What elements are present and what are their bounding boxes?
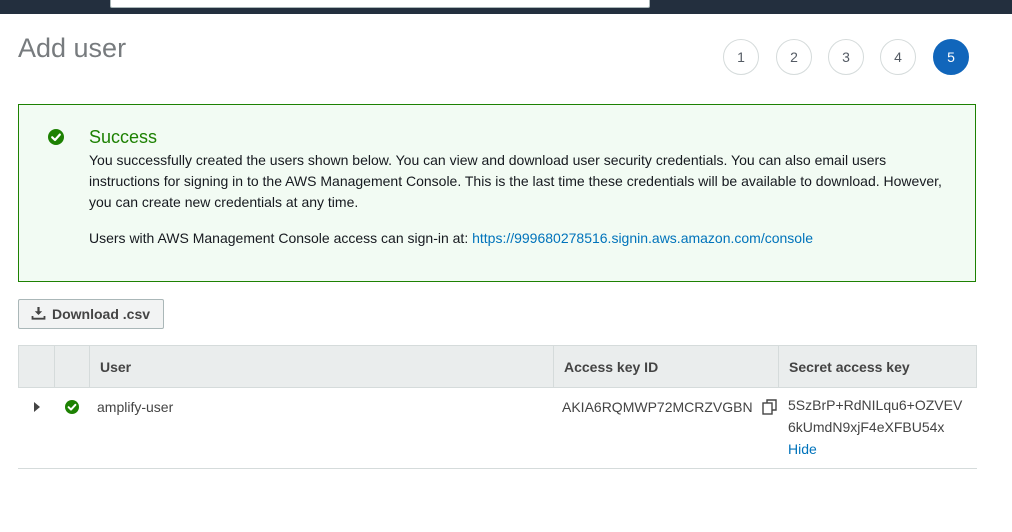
header-status-cell (54, 346, 89, 388)
signin-url-link[interactable]: https://999680278516.signin.aws.amazon.c… (472, 230, 813, 246)
step-5-current[interactable]: 5 (933, 39, 969, 75)
row-user: amplify-user (97, 399, 174, 415)
step-4[interactable]: 4 (880, 39, 916, 75)
step-3[interactable]: 3 (828, 39, 864, 75)
signin-line: Users with AWS Management Console access… (89, 228, 959, 249)
hide-secret-link[interactable]: Hide (788, 441, 817, 457)
column-header-access-key-id[interactable]: Access key ID (553, 346, 778, 388)
download-icon (31, 306, 46, 323)
page-title: Add user (18, 33, 127, 63)
step-2[interactable]: 2 (776, 39, 812, 75)
alert-body: You successfully created the users shown… (89, 150, 959, 249)
column-header-user[interactable]: User (89, 346, 553, 388)
check-circle-icon (48, 129, 64, 145)
header-expand-cell (19, 346, 54, 388)
row-access-key-id: AKIA6RQMWP72MCRZVGBN (562, 399, 753, 415)
alert-message: You successfully created the users shown… (89, 152, 942, 210)
search-input[interactable] (110, 0, 650, 8)
secret-key-line-2: 6kUmdN9xjF4eXFBU54x (788, 419, 945, 435)
check-circle-icon (65, 400, 79, 414)
copy-icon[interactable] (762, 399, 778, 420)
success-alert: Success You successfully created the use… (18, 104, 976, 282)
column-header-secret-access-key[interactable]: Secret access key (778, 346, 976, 388)
signin-text: Users with AWS Management Console access… (89, 230, 473, 246)
step-1[interactable]: 1 (723, 39, 759, 75)
caret-right-icon[interactable] (34, 402, 40, 412)
alert-title: Success (89, 127, 158, 147)
download-csv-button[interactable]: Download .csv (18, 299, 164, 329)
top-navigation-bar (0, 0, 1012, 14)
secret-key-line-1: 5SzBrP+RdNILqu6+OZVEV (788, 397, 963, 413)
credentials-table: User Access key ID Secret access key amp… (18, 345, 977, 469)
table-row: amplify-user AKIA6RQMWP72MCRZVGBN 5SzBrP… (18, 388, 977, 469)
row-secret-access-key: 5SzBrP+RdNILqu6+OZVEV 6kUmdN9xjF4eXFBU54… (788, 394, 962, 460)
download-csv-label: Download .csv (52, 306, 151, 322)
table-header: User Access key ID Secret access key (18, 345, 977, 388)
